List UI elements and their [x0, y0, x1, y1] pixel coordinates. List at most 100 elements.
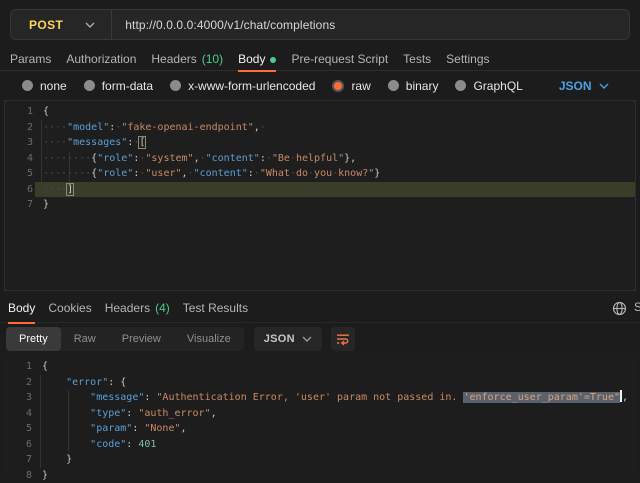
token [42, 377, 66, 388]
request-tab-tests[interactable]: Tests [403, 47, 431, 71]
raw-type-select[interactable]: JSON [559, 79, 609, 93]
request-tab-authorization[interactable]: Authorization [66, 47, 136, 71]
code-text: ····"model":·"fake-openai-endpoint",· [33, 120, 266, 136]
token: "messages" [67, 137, 127, 148]
url-divider [111, 10, 112, 39]
line-number: 2 [4, 375, 32, 391]
radio-icon [388, 80, 399, 91]
token: · [260, 122, 266, 133]
token: } [43, 199, 49, 210]
code-line[interactable]: 3····"messages":·[ [5, 135, 635, 151]
request-tab-body[interactable]: Body [238, 47, 276, 71]
code-text: "type": "auth_error", [32, 406, 217, 422]
request-tabs: Params Authorization Headers(10) Body Pre-re… [10, 47, 490, 71]
globe-button[interactable] [610, 299, 628, 317]
code-text: ····] [33, 182, 73, 198]
token: : { [108, 377, 126, 388]
request-tab-params[interactable]: Params [10, 47, 51, 71]
radio-icon [455, 80, 466, 91]
response-tab-headers[interactable]: Headers(4) [105, 292, 170, 323]
token: "param" [90, 423, 132, 434]
code-line[interactable]: 5········{"role":·"user",·"content":·"Wh… [5, 166, 635, 182]
code-line[interactable]: 5 "param": "None", [4, 421, 636, 437]
code-line[interactable]: 6····] [5, 182, 635, 198]
code-text: { [32, 359, 48, 375]
token: [ [139, 137, 145, 148]
response-tab-test-results[interactable]: Test Results [183, 292, 248, 323]
token: you [314, 168, 332, 179]
line-number: 5 [5, 166, 33, 182]
line-number: 3 [5, 135, 33, 151]
token: "code" [90, 439, 126, 450]
response-type-label: JSON [264, 333, 295, 345]
code-text: "message": "Authentication Error, 'user'… [32, 390, 628, 406]
request-tab-headers[interactable]: Headers(10) [151, 47, 223, 71]
view-tab-pretty[interactable]: Pretty [6, 327, 61, 351]
code-line[interactable]: 1{ [4, 359, 636, 375]
code-line[interactable]: 7} [5, 197, 635, 213]
response-body-editor[interactable]: 1{2 "error": {3 "message": "Authenticati… [4, 356, 636, 477]
code-line[interactable]: 2 "error": { [4, 375, 636, 391]
token: ···· [43, 137, 67, 148]
token [42, 423, 90, 434]
body-mode-form-data[interactable]: form-data [84, 79, 153, 93]
view-tab-preview[interactable]: Preview [109, 327, 174, 351]
method-select[interactable]: POST [11, 18, 111, 32]
tab-count-badge: (4) [155, 301, 170, 315]
chevron-down-icon [599, 83, 609, 89]
code-text: "error": { [32, 375, 126, 391]
body-mode-label: none [40, 79, 67, 93]
token [42, 392, 90, 403]
radio-icon [22, 80, 33, 91]
request-body-editor[interactable]: 1{2····"model":·"fake-openai-endpoint",·… [4, 100, 636, 291]
wrap-text-button[interactable] [331, 327, 355, 351]
code-line[interactable]: 2····"model":·"fake-openai-endpoint",· [5, 120, 635, 136]
code-text: ········{"role":·"user",·"content":·"Wha… [33, 166, 380, 182]
code-line[interactable]: 7 } [4, 452, 636, 468]
body-mode-label: binary [406, 79, 439, 93]
request-tab-settings[interactable]: Settings [446, 47, 489, 71]
body-mode-x-www-form-urlencoded[interactable]: x-www-form-urlencoded [170, 79, 315, 93]
line-number: 1 [5, 104, 33, 120]
radio-icon [84, 80, 95, 91]
view-tab-visualize[interactable]: Visualize [174, 327, 244, 351]
token: "What [260, 168, 290, 179]
green-dot-icon [270, 57, 276, 63]
token: } [66, 454, 72, 465]
code-line[interactable]: 4········{"role":·"system",·"content":·"… [5, 151, 635, 167]
token: "model" [67, 122, 109, 133]
token: , [181, 423, 187, 434]
code-line[interactable]: 4 "type": "auth_error", [4, 406, 636, 422]
url-input[interactable]: http://0.0.0.0:4000/v1/chat/completions [125, 18, 335, 32]
body-mode-label: form-data [102, 79, 153, 93]
code-line[interactable]: 3 "message": "Authentication Error, 'use… [4, 390, 636, 406]
token [42, 454, 66, 465]
tab-label: Test Results [183, 301, 248, 315]
radio-icon [170, 80, 181, 91]
wrap-text-icon [336, 332, 350, 346]
code-text: "code": 401 [32, 437, 156, 453]
response-tab-body[interactable]: Body [8, 292, 35, 323]
token: ········ [43, 168, 91, 179]
code-line[interactable]: 8} [4, 468, 636, 483]
globe-icon [612, 301, 627, 316]
response-type-select[interactable]: JSON [254, 327, 322, 351]
line-number: 5 [4, 421, 32, 437]
request-tab-pre-request-script[interactable]: Pre-request Script [291, 47, 388, 71]
body-mode-binary[interactable]: binary [388, 79, 439, 93]
token: { [42, 361, 48, 372]
code-line[interactable]: 6 "code": 401 [4, 437, 636, 453]
body-mode-none[interactable]: none [22, 79, 67, 93]
view-tab-raw[interactable]: Raw [61, 327, 109, 351]
token: helpful" [296, 153, 344, 164]
body-mode-raw[interactable]: raw [332, 79, 370, 93]
token: : [126, 408, 138, 419]
response-tab-cookies[interactable]: Cookies [48, 292, 91, 323]
tab-label: Cookies [48, 301, 91, 315]
token: ] [67, 184, 73, 195]
token: : [126, 439, 138, 450]
token: "user" [145, 168, 181, 179]
code-line[interactable]: 1{ [5, 104, 635, 120]
token: "fake-openai-endpoint" [121, 122, 253, 133]
body-mode-graphql[interactable]: GraphQL [455, 79, 522, 93]
